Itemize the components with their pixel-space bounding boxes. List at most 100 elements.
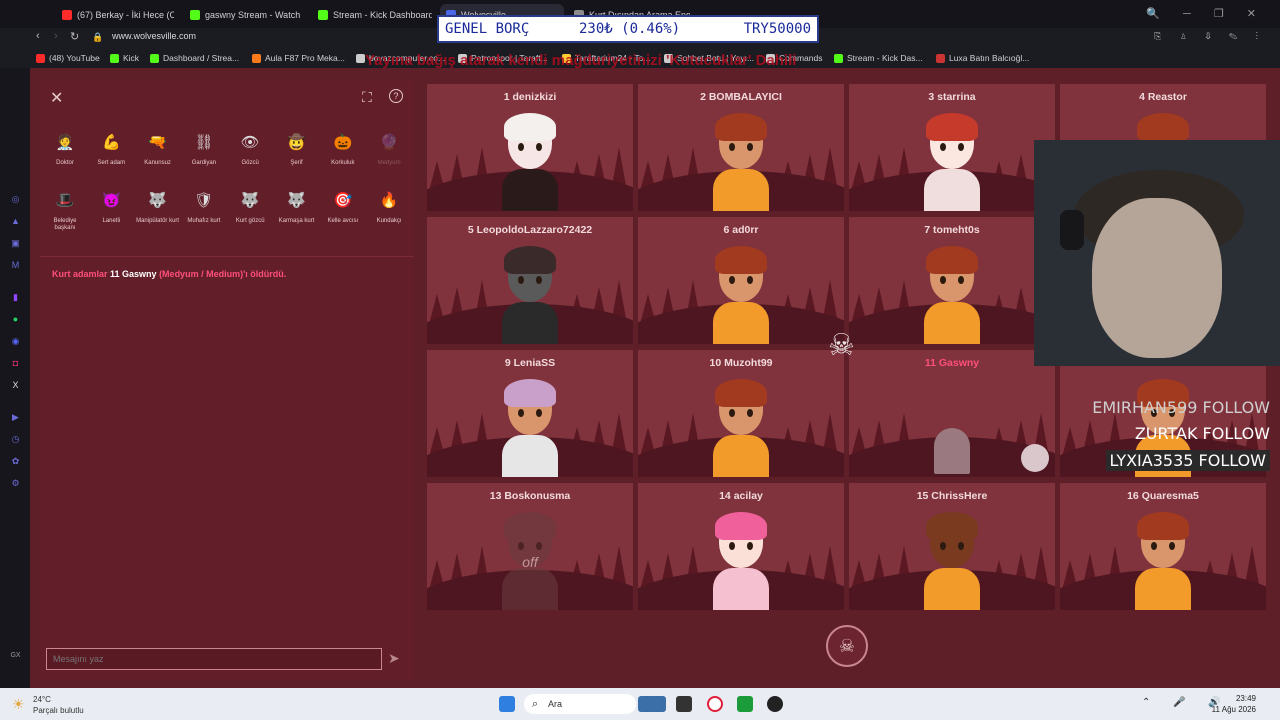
role-item[interactable]: 🛡 Muhafız kurt: [182, 188, 226, 225]
workspace-icon[interactable]: ▲: [10, 216, 21, 227]
taskbar-search[interactable]: ⌕ Ara: [524, 694, 636, 714]
forward-icon[interactable]: ›: [54, 30, 58, 42]
player-name: 9 LeniaSS: [504, 357, 556, 369]
player-card[interactable]: 9 LeniaSS: [427, 350, 633, 477]
role-item[interactable]: 🧑‍⚕️ Doktor: [43, 130, 87, 167]
player-name: 7 tomeht0s: [924, 224, 980, 236]
role-icon: 🎩: [55, 192, 75, 209]
player-name: 15 ChrissHere: [916, 490, 988, 502]
role-icon: 🐺: [287, 192, 306, 209]
player-card[interactable]: 11 Gaswny: [849, 350, 1055, 477]
crystal-ball-icon: [1021, 444, 1049, 472]
browser-toolbar-icons[interactable]: ⎘ ♙ ⇩ ✎ ⋮: [1154, 31, 1266, 42]
role-item[interactable]: 🔫 Kanunsuz: [136, 130, 180, 167]
whatsapp-icon[interactable]: ●: [10, 314, 21, 325]
task-view-icon[interactable]: [676, 696, 692, 712]
x-icon[interactable]: X: [10, 380, 21, 391]
role-icon: 🎃: [333, 134, 353, 151]
role-label: Kurt gözcü: [235, 218, 265, 224]
player-card[interactable]: 10 Muzoht99: [638, 350, 844, 477]
player-card[interactable]: 2 BOMBALAYICI: [638, 84, 844, 211]
role-item[interactable]: 🤠 Şerif: [275, 130, 319, 167]
browser-sidebar: ◎ ▲ ▣ M ▮ ● ◉ ◘ X ▶ ◷ ✿ ⚙ GX: [0, 68, 30, 688]
bookmark-aula[interactable]: Aula F87 Pro Meka...: [252, 53, 345, 63]
role-item[interactable]: 🐺 Kurt gözcü: [228, 188, 272, 225]
obs-icon[interactable]: [767, 696, 783, 712]
role-icon: 🐺: [240, 192, 260, 209]
role-label: Kelle avcısı: [327, 218, 359, 224]
gx-icon[interactable]: GX: [10, 650, 21, 661]
role-item[interactable]: 🐺 Karmaşa kurt: [275, 188, 319, 225]
taskbar-app-icon[interactable]: [638, 696, 666, 712]
fullscreen-icon[interactable]: ⛶: [362, 89, 372, 106]
tab-kick-watch[interactable]: gaswny Stream - Watch Li: [184, 4, 302, 26]
player-card[interactable]: 3 starrina: [849, 84, 1055, 211]
window-controls[interactable]: 🔍 ─ ❐ ✕: [1146, 7, 1266, 20]
player-name: 2 BOMBALAYICI: [700, 91, 782, 103]
role-item[interactable]: 🎯 Kelle avcısı: [321, 188, 365, 225]
twitch-icon[interactable]: ▮: [10, 292, 21, 303]
role-item[interactable]: 🎩 Belediye başkanı: [43, 188, 87, 232]
player-card[interactable]: 1 denizkizi: [427, 84, 633, 211]
role-icon: ⛓: [194, 134, 214, 151]
debt-overlay: GENEL BORÇ 230₺ (0.46%) TRY50000: [437, 15, 819, 43]
follow-alert: ZURTAK FOLLOW: [1134, 424, 1270, 443]
help-icon[interactable]: ?: [389, 89, 403, 103]
xbox-icon[interactable]: [737, 696, 753, 712]
pinboard-icon[interactable]: ▣: [10, 238, 21, 249]
back-icon[interactable]: ‹: [36, 30, 40, 42]
opera-gx-icon[interactable]: [707, 696, 723, 712]
player-name: 5 LeopoldoLazzaro72422: [467, 224, 593, 236]
role-label: Şerif: [290, 160, 303, 166]
player-name: 6 ad0rr: [723, 224, 759, 236]
player-card[interactable]: 16 Quaresma5: [1060, 483, 1266, 610]
discord-icon[interactable]: ◉: [10, 336, 21, 347]
player-name: 10 Muzoht99: [709, 357, 773, 369]
close-icon[interactable]: ✕: [50, 88, 63, 108]
tab-kick-dashboard[interactable]: Stream - Kick Dashboard: [312, 4, 432, 26]
role-item[interactable]: 👁 Gözcü: [228, 130, 272, 167]
player-card[interactable]: 5 LeopoldoLazzaro72422: [427, 217, 633, 344]
bookmark-youtube[interactable]: (48) YouTube: [36, 53, 100, 63]
player-name: 14 acilay: [719, 490, 763, 502]
player-card[interactable]: 6 ad0rr: [638, 217, 844, 344]
role-item[interactable]: 😈 Lanetli: [89, 188, 133, 225]
bookmark-kick[interactable]: Kick: [110, 53, 139, 63]
role-item[interactable]: 🔮 Medyum: [367, 130, 411, 167]
player-avatar: [711, 379, 771, 477]
settings-icon[interactable]: ⚙: [10, 478, 21, 489]
role-label: Sert adam: [97, 160, 126, 166]
role-item[interactable]: 💪 Sert adam: [89, 130, 133, 167]
role-item[interactable]: 🐺 Manipülatör kurt: [136, 188, 180, 225]
extensions-icon[interactable]: ✿: [10, 456, 21, 467]
player-name: 4 Reastor: [1139, 91, 1187, 103]
player-card[interactable]: 7 tomeht0s: [849, 217, 1055, 344]
vote-skull-button[interactable]: ☠: [826, 625, 868, 667]
reload-icon[interactable]: ↻: [70, 30, 79, 43]
taskbar: ☀ 24°C Parçalı bulutlu ⌕ Ara ⌃ 🎤 🔊 23:49 11…: [0, 688, 1280, 720]
player-card[interactable]: 15 ChrissHere: [849, 483, 1055, 610]
url-field[interactable]: www.wolvesville.com: [112, 31, 196, 41]
clock[interactable]: 23:49 11 Ağu 2026: [1212, 693, 1256, 715]
instagram-icon[interactable]: ◘: [10, 358, 21, 369]
player-avatar: [500, 113, 560, 211]
bookmark-luxa[interactable]: Luxa Batın Balcıoğl...: [936, 53, 1029, 63]
bookmark-dashboard[interactable]: Dashboard / Strea...: [150, 53, 239, 63]
player-icon[interactable]: ▶: [10, 412, 21, 423]
bookmark-kick-dashboard[interactable]: Stream - Kick Das...: [834, 53, 923, 63]
send-icon[interactable]: ➤: [388, 650, 400, 667]
kick-icon: [834, 53, 843, 63]
role-item[interactable]: 🔥 Kundakçı: [367, 188, 411, 225]
history-icon[interactable]: ◷: [10, 434, 21, 445]
message-input[interactable]: [46, 648, 382, 670]
role-icon: 💪: [101, 134, 121, 151]
player-card[interactable]: 14 acilay: [638, 483, 844, 610]
tab-youtube[interactable]: (67) Berkay - İki Hece (Offi: [56, 4, 174, 26]
player-card[interactable]: 13 Boskonusma off: [427, 483, 633, 610]
role-item[interactable]: 🎃 Korkuluk: [321, 130, 365, 167]
windows-start-icon[interactable]: [499, 696, 515, 712]
role-item[interactable]: ⛓ Gardiyan: [182, 130, 226, 167]
aria-icon[interactable]: ◎: [10, 194, 21, 205]
music-icon[interactable]: M: [10, 260, 21, 271]
weather-widget[interactable]: 24°C Parçalı bulutlu: [33, 694, 84, 716]
